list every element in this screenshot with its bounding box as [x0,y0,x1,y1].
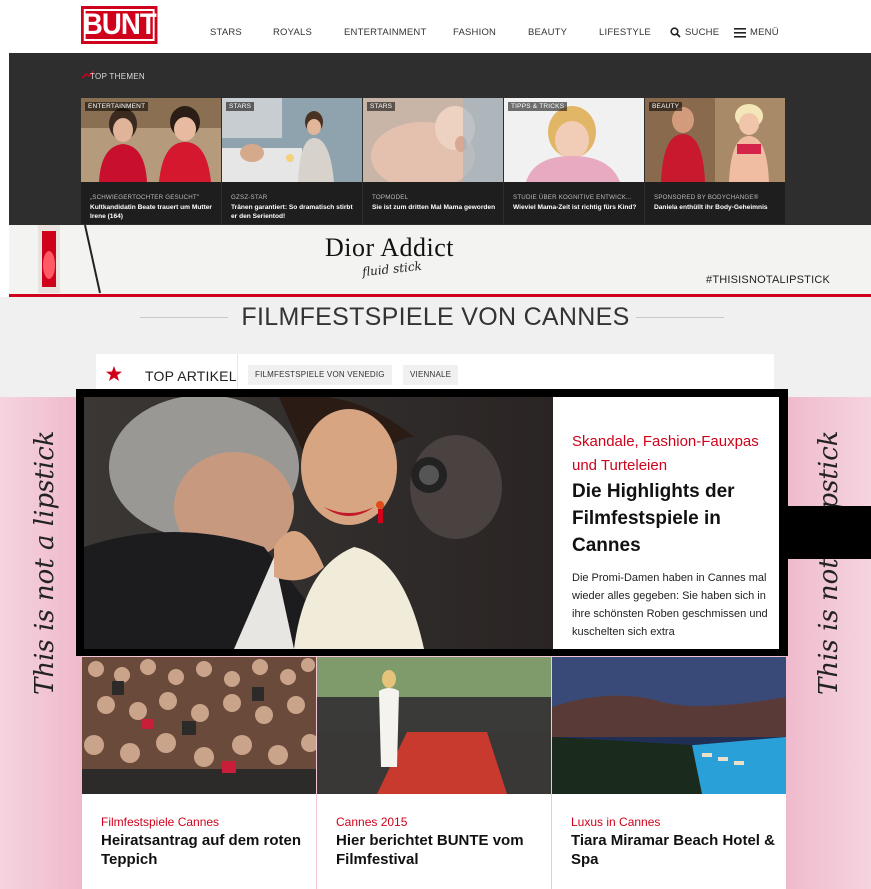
ad-script-left: This is not a lipstick [30,430,60,695]
topic-headline: Sie ist zum dritten Mal Mama geworden [372,204,496,211]
hamburger-menu-icon[interactable] [734,28,746,38]
article-image [552,657,786,794]
topic-kicker: TOPMODEL [372,194,409,201]
topic-card[interactable]: STARS GZSZ-STAR Tränen garantiert: So dr… [222,98,362,224]
article-image [317,657,551,794]
nav-item-entertainment[interactable]: ENTERTAINMENT [344,27,426,38]
nav-item-fashion[interactable]: FASHION [453,27,496,38]
article-title[interactable]: Tiara Miramar Beach Hotel & Spa [571,831,781,869]
hero-title[interactable]: Die Highlights der Filmfestspiele in Can… [572,478,772,559]
article-image [82,657,316,794]
menu-label[interactable]: MENÜ [750,27,779,38]
ad-hashtag: #THISISNOTALIPSTICK [706,274,831,286]
topic-card[interactable]: TIPPS & TRICKS STUDIE ÜBER KOGNITIVE ENT… [504,98,644,224]
nav-item-royals[interactable]: ROYALS [273,27,312,38]
topic-headline: Wieviel Mama-Zeit ist richtig fürs Kind? [513,204,637,211]
article-card[interactable]: Filmfestspiele Cannes Heiratsantrag auf … [82,657,316,889]
topic-kicker: „SCHWIEGERTOCHTER GESUCHT" [90,194,200,201]
nav-item-stars[interactable]: STARS [210,27,242,38]
topic-category: STARS [367,102,396,111]
topic-kicker: SPONSORED BY BODYCHANGE® [654,194,759,201]
article-card[interactable]: Luxus in Cannes Tiara Miramar Beach Hote… [552,657,786,889]
topic-kicker: GZSZ-STAR [231,194,268,201]
topic-category: STARS [226,102,255,111]
top-themen-title: TOP THEMEN [90,72,146,81]
article-kicker[interactable]: Filmfestspiele Cannes [101,815,219,829]
topic-kicker: STUDIE ÜBER KOGNITIVE ENTWICK... [513,194,632,201]
hero-teaser: Die Promi-Damen haben in Cannes mal wied… [572,572,768,638]
article-title[interactable]: Hier berichtet BUNTE vom Filmfestival [336,831,546,869]
nav-item-beauty[interactable]: BEAUTY [528,27,567,38]
section-title: FILMFESTSPIELE VON CANNES [241,303,630,331]
tab-top-artikel[interactable]: TOP ARTIKEL [145,368,237,384]
hero-image[interactable] [84,397,553,649]
topic-card[interactable]: STARS TOPMODEL Sie ist zum dritten Mal M… [363,98,503,224]
topic-headline: Daniela enthüllt ihr Body-Geheimnis [654,204,768,211]
search-label[interactable]: SUCHE [685,27,719,38]
topic-headline: Tränen garantiert: So dramatisch stirbt … [231,204,353,220]
article-title[interactable]: Heiratsantrag auf dem roten Teppich [101,831,311,869]
nav-item-lifestyle[interactable]: LIFESTYLE [599,27,651,38]
topic-card[interactable]: BEAUTY SPONSORED BY BODYCHANGE® Daniela … [645,98,785,224]
article-card[interactable]: Cannes 2015 Hier berichtet BUNTE vom Fil… [317,657,551,889]
lipstick-image [38,225,101,294]
black-bar [779,506,871,559]
tab-viennale[interactable]: VIENNALE [403,365,459,385]
tab-filmfestspiele-venedig[interactable]: FILMFESTSPIELE VON VENEDIG [248,365,392,385]
ad-script-right: This is not a lipstick [814,430,844,695]
topic-category: BEAUTY [649,102,683,111]
star-icon [106,366,122,381]
article-kicker[interactable]: Cannes 2015 [336,815,407,829]
hero-kicker[interactable]: Skandale, Fashion-Fauxpas und Turteleien [572,430,772,478]
search-icon[interactable] [670,27,681,38]
bunte-logo[interactable]: BUNTE [81,6,174,44]
top-navigation: BUNTE STARS ROYALS ENTERTAINMENT FASHION… [0,0,871,53]
topic-headline: Kultkandidatin Beate trauert um Mutter I… [90,204,212,220]
topic-card[interactable]: ENTERTAINMENT „SCHWIEGERTOCHTER GESUCHT"… [81,98,221,224]
topic-category: TIPPS & TRICKS [508,102,568,111]
article-kicker[interactable]: Luxus in Cannes [571,815,660,829]
topic-category: ENTERTAINMENT [85,102,149,111]
ad-brand: Dior Addict [325,233,454,262]
